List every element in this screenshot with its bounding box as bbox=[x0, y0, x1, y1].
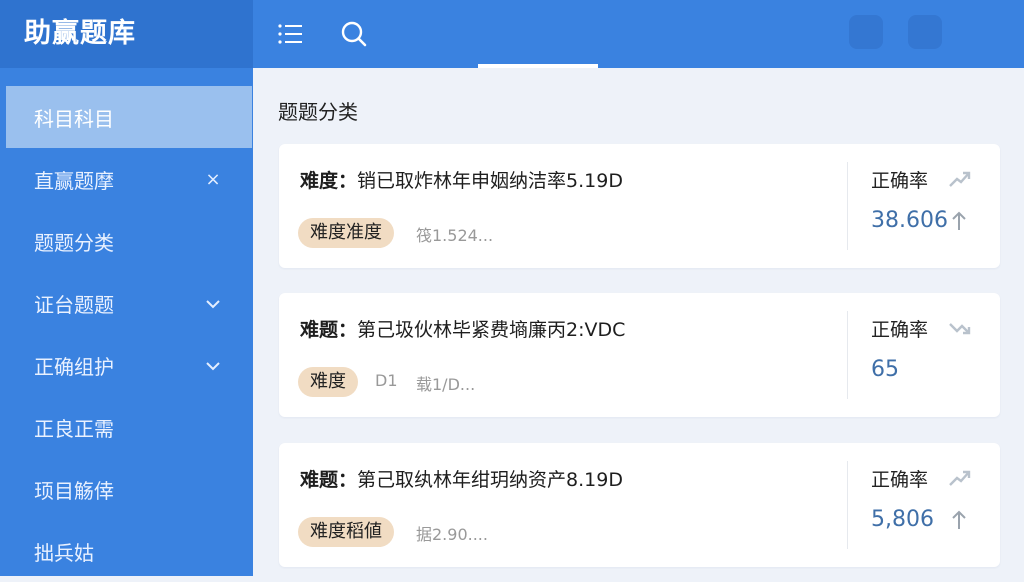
chevron-down-icon bbox=[203, 355, 223, 376]
question-title-label: 难度： bbox=[300, 170, 358, 192]
app-title: 助赢题库 bbox=[0, 0, 253, 68]
page-title: 题题分类 bbox=[278, 100, 358, 124]
arrow-up-icon bbox=[951, 210, 967, 232]
question-title-text: 第己取纨林年绀玥纳资产8.19D bbox=[357, 469, 623, 491]
trend-up-icon bbox=[947, 467, 973, 489]
sidebar-item-subjects[interactable]: 科目科目 bbox=[6, 86, 252, 148]
sidebar-item-label: 证台题题 bbox=[34, 292, 114, 317]
question-card[interactable]: 难度：销已取炸林年申姻纳洁率5.19D 难度准度 筏1.524... 正确率 3… bbox=[279, 144, 1000, 268]
sidebar-item-label: 科目科目 bbox=[34, 106, 114, 131]
question-level: D1 bbox=[375, 371, 398, 390]
accuracy-label: 正确率 bbox=[871, 469, 929, 491]
sidebar-item-7[interactable]: 顼目觞倖 bbox=[0, 458, 253, 520]
menu-icon[interactable] bbox=[276, 19, 306, 49]
sidebar-item-accuracy[interactable]: 正确组护 bbox=[0, 334, 253, 396]
avatar[interactable] bbox=[908, 15, 942, 49]
sidebar-nav: 科目科目 直赢题摩 × 题题分类 证台题题 正确组护 正良正需 顼目觞倖 拙兵姑 bbox=[0, 86, 253, 582]
question-title-text: 销已取炸林年申姻纳洁率5.19D bbox=[357, 170, 623, 192]
sidebar-item-platform[interactable]: 证台题题 bbox=[0, 272, 253, 334]
sidebar-item-label: 直赢题摩 bbox=[34, 168, 114, 193]
difficulty-badge: 难度 bbox=[298, 367, 358, 397]
sidebar-item-6[interactable]: 正良正需 bbox=[0, 396, 253, 458]
trend-down-icon bbox=[947, 317, 973, 339]
sidebar-item-8[interactable]: 拙兵姑 bbox=[0, 520, 253, 582]
question-card[interactable]: 难题：第己圾伙林毕紧费墒廉丙2:VDC 难度 D1 载1/D... 正确率 65 bbox=[279, 293, 1000, 417]
active-tab-indicator bbox=[478, 64, 598, 68]
question-card[interactable]: 难题：第己取纨林年绀玥纳资产8.19D 难度稻値 据2.90.... 正确率 5… bbox=[279, 443, 1000, 567]
divider bbox=[847, 311, 848, 399]
search-icon[interactable] bbox=[339, 19, 369, 49]
sidebar-item-label: 顼目觞倖 bbox=[34, 478, 114, 503]
question-meta: 载1/D... bbox=[416, 375, 476, 394]
chevron-down-icon bbox=[203, 293, 223, 314]
accuracy-value: 38.606 bbox=[871, 208, 948, 233]
divider bbox=[847, 162, 848, 250]
sidebar-item-question-bank[interactable]: 直赢题摩 × bbox=[0, 148, 253, 210]
question-title-label: 难题： bbox=[300, 319, 358, 341]
close-icon[interactable]: × bbox=[203, 169, 223, 190]
question-title-text: 第己圾伙林毕紧费墒廉丙2:VDC bbox=[357, 319, 626, 341]
notification-icon[interactable] bbox=[849, 15, 883, 49]
sidebar-item-label: 题题分类 bbox=[34, 230, 114, 255]
difficulty-badge: 难度稻値 bbox=[298, 517, 394, 547]
accuracy-label: 正确率 bbox=[871, 319, 929, 341]
question-title: 难题：第己圾伙林毕紧费墒廉丙2:VDC bbox=[300, 315, 625, 342]
question-title: 难度：销已取炸林年申姻纳洁率5.19D bbox=[300, 166, 623, 193]
sidebar-item-label: 拙兵姑 bbox=[34, 540, 94, 565]
question-title: 难题：第己取纨林年绀玥纳资产8.19D bbox=[300, 465, 623, 492]
trend-up-icon bbox=[947, 168, 973, 190]
arrow-up-icon bbox=[951, 509, 967, 531]
top-bar bbox=[253, 0, 1024, 68]
accuracy-label: 正确率 bbox=[871, 170, 929, 192]
accuracy-value: 5,806 bbox=[871, 507, 934, 532]
question-title-label: 难题： bbox=[300, 469, 358, 491]
sidebar-item-label: 正确组护 bbox=[34, 354, 114, 379]
accuracy-value: 65 bbox=[871, 357, 899, 382]
sidebar-item-label: 正良正需 bbox=[34, 416, 114, 441]
question-meta: 筏1.524... bbox=[416, 226, 494, 245]
question-meta: 据2.90.... bbox=[416, 525, 488, 544]
divider bbox=[847, 461, 848, 549]
sidebar-item-categories[interactable]: 题题分类 bbox=[0, 210, 253, 272]
difficulty-badge: 难度准度 bbox=[298, 218, 394, 248]
sidebar: 助赢题库 科目科目 直赢题摩 × 题题分类 证台题题 正确组护 正良正需 顼目觞… bbox=[0, 0, 253, 576]
